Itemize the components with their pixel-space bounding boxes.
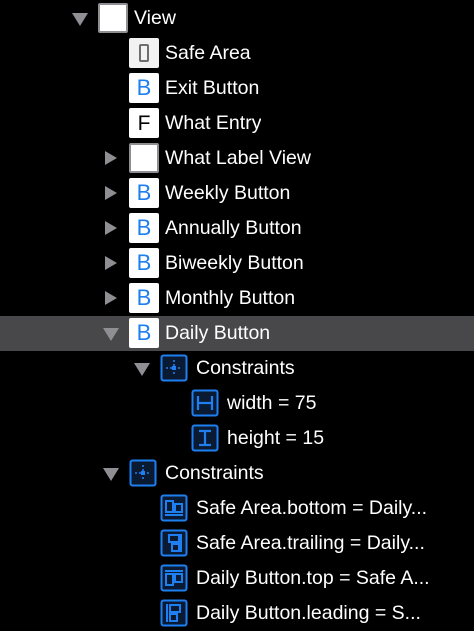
outline-row-label: Safe Area.bottom = Daily... bbox=[196, 497, 428, 519]
outline-row-daily-button-leading-s[interactable]: Daily Button.leading = S... bbox=[0, 596, 474, 631]
disclosure-expanded-icon[interactable] bbox=[72, 13, 88, 26]
button-icon: B bbox=[129, 73, 159, 103]
outline-row-daily-button[interactable]: B Daily Button bbox=[0, 316, 474, 351]
outline-row-view[interactable]: View bbox=[0, 1, 474, 36]
trailing-constraint-icon bbox=[160, 529, 188, 557]
outline-row-what-entry[interactable]: F What Entry bbox=[0, 106, 474, 141]
leading-constraint-icon bbox=[160, 599, 188, 627]
button-icon: B bbox=[129, 213, 159, 243]
width-constraint-icon bbox=[191, 389, 219, 417]
outline-row-safe-area[interactable]: Safe Area bbox=[0, 36, 474, 71]
disclosure-expanded-icon[interactable] bbox=[103, 468, 119, 481]
document-outline: View Safe Area B Exit Button F What Entry What… bbox=[0, 0, 474, 631]
outline-row-label: Monthly Button bbox=[165, 287, 296, 309]
outline-row-daily-button-top-safe-a[interactable]: Daily Button.top = Safe A... bbox=[0, 561, 474, 596]
view-icon bbox=[129, 143, 159, 173]
disclosure-collapsed-icon[interactable] bbox=[105, 256, 117, 270]
outline-row-label: Daily Button bbox=[165, 322, 271, 344]
disclosure-collapsed-icon[interactable] bbox=[105, 221, 117, 235]
outline-row-label: Constraints bbox=[196, 357, 295, 379]
outline-row-label: Weekly Button bbox=[165, 182, 291, 204]
outline-row-monthly-button[interactable]: B Monthly Button bbox=[0, 281, 474, 316]
outline-row-label: Biweekly Button bbox=[165, 252, 304, 274]
outline-row-safe-area-trailing-daily[interactable]: Safe Area.trailing = Daily... bbox=[0, 526, 474, 561]
outline-row-label: What Entry bbox=[165, 112, 262, 134]
button-icon: B bbox=[129, 283, 159, 313]
disclosure-expanded-icon[interactable] bbox=[103, 328, 119, 341]
outline-row-label: Safe Area.trailing = Daily... bbox=[196, 532, 425, 554]
disclosure-collapsed-icon[interactable] bbox=[105, 151, 117, 165]
bottom-constraint-icon bbox=[160, 494, 188, 522]
outline-row-annually-button[interactable]: B Annually Button bbox=[0, 211, 474, 246]
outline-row-what-label-view[interactable]: What Label View bbox=[0, 141, 474, 176]
disclosure-expanded-icon[interactable] bbox=[134, 363, 150, 376]
outline-row-label: View bbox=[134, 7, 176, 29]
text-field-icon: F bbox=[129, 108, 159, 138]
outline-row-label: height = 15 bbox=[227, 427, 325, 449]
outline-row-biweekly-button[interactable]: B Biweekly Button bbox=[0, 246, 474, 281]
outline-row-label: Constraints bbox=[165, 462, 264, 484]
safe-area-icon bbox=[129, 38, 159, 68]
outline-row-label: What Label View bbox=[165, 147, 311, 169]
button-icon: B bbox=[129, 318, 159, 348]
outline-row-label: Daily Button.top = Safe A... bbox=[196, 567, 430, 589]
outline-row-weekly-button[interactable]: B Weekly Button bbox=[0, 176, 474, 211]
top-constraint-icon bbox=[160, 564, 188, 592]
constraints-icon bbox=[160, 354, 188, 382]
button-icon: B bbox=[129, 178, 159, 208]
outline-row-height-15[interactable]: height = 15 bbox=[0, 421, 474, 456]
outline-row-label: Safe Area bbox=[165, 42, 251, 64]
button-icon: B bbox=[129, 248, 159, 278]
outline-row-label: Daily Button.leading = S... bbox=[196, 602, 421, 624]
constraints-icon bbox=[129, 459, 157, 487]
height-constraint-icon bbox=[191, 424, 219, 452]
view-icon bbox=[98, 3, 128, 33]
outline-row-safe-area-bottom-daily[interactable]: Safe Area.bottom = Daily... bbox=[0, 491, 474, 526]
outline-row-label: Exit Button bbox=[165, 77, 260, 99]
outline-row-label: Annually Button bbox=[165, 217, 302, 239]
outline-row-constraints[interactable]: Constraints bbox=[0, 351, 474, 386]
outline-row-label: width = 75 bbox=[227, 392, 317, 414]
outline-row-width-75[interactable]: width = 75 bbox=[0, 386, 474, 421]
outline-row-exit-button[interactable]: B Exit Button bbox=[0, 71, 474, 106]
disclosure-collapsed-icon[interactable] bbox=[105, 186, 117, 200]
outline-row-constraints[interactable]: Constraints bbox=[0, 456, 474, 491]
disclosure-collapsed-icon[interactable] bbox=[105, 291, 117, 305]
